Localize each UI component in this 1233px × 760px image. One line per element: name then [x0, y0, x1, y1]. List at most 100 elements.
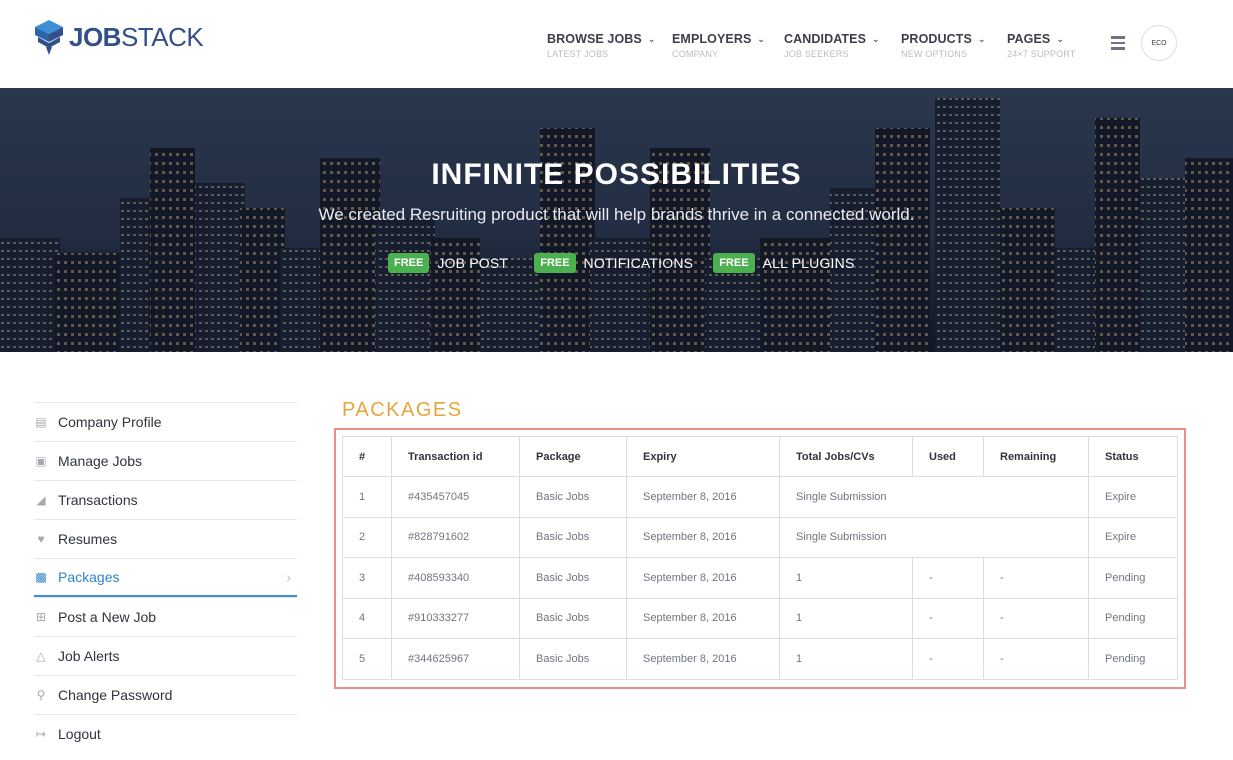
column-header: Package [519, 436, 627, 477]
cell-expiry: September 8, 2016 [626, 557, 780, 599]
cell-number: 3 [342, 557, 392, 599]
cell-remaining: - [983, 638, 1089, 680]
table-row: 1 #435457045 Basic Jobs September 8, 201… [342, 476, 1178, 518]
table-row: 4 #910333277 Basic Jobs September 8, 201… [342, 597, 1178, 639]
column-header: Total Jobs/CVs [779, 436, 913, 477]
nav-label: EMPLOYERS [672, 32, 752, 46]
sidebar-item-label: Job Alerts [58, 648, 120, 664]
nav-pages[interactable]: PAGES ⌄ 24×7 SUPPORT [1007, 32, 1097, 59]
sidebar-item-label: Change Password [58, 687, 173, 703]
sidebar-item-logout[interactable]: ↦ Logout [34, 714, 297, 753]
table-row: 5 #344625967 Basic Jobs September 8, 201… [342, 638, 1178, 680]
nav-products[interactable]: PRODUCTS ⌄ NEW OPTIONS [901, 32, 1007, 59]
column-header: Remaining [983, 436, 1089, 477]
column-header: Transaction id [391, 436, 520, 477]
logo-icon [35, 20, 63, 55]
feature-notifications: FREE NOTIFICATIONS [534, 253, 693, 273]
hamburger-menu-icon[interactable] [1111, 36, 1125, 53]
sidebar-item-packages[interactable]: ▩ Packages › [34, 558, 297, 597]
packages-table: # Transaction id Package Expiry Total Jo… [342, 436, 1178, 680]
cell-remaining: - [983, 597, 1089, 639]
sidebar-item-change-password[interactable]: ⚲ Change Password [34, 675, 297, 714]
nav-label: CANDIDATES [784, 32, 867, 46]
cell-package: Basic Jobs [519, 516, 627, 558]
column-header: # [342, 436, 392, 477]
plus-square-icon: ⊞ [35, 610, 47, 624]
sidebar-item-label: Packages [58, 569, 120, 585]
site-header: JOBSTACK BROWSE JOBS ⌄ LATEST JOBS EMPLOY… [0, 0, 1233, 88]
feature-label: JOB POST [437, 255, 509, 271]
bell-icon: △ [36, 649, 46, 663]
main-nav: BROWSE JOBS ⌄ LATEST JOBS EMPLOYERS ⌄ COMP… [547, 32, 1097, 59]
sidebar-item-manage-jobs[interactable]: ▣ Manage Jobs [34, 441, 297, 480]
feature-job-post: FREE JOB POST [388, 253, 508, 273]
nav-browse-jobs[interactable]: BROWSE JOBS ⌄ LATEST JOBS [547, 32, 672, 59]
free-badge: FREE [713, 253, 755, 273]
cell-transaction-id: #344625967 [391, 638, 520, 680]
cell-package: Basic Jobs [519, 597, 627, 639]
cell-number: 1 [342, 476, 392, 518]
free-badge: FREE [388, 253, 430, 273]
profile-icon: ▤ [35, 415, 47, 429]
hero-banner: INFINITE POSSIBILITIES We created Resrui… [0, 88, 1233, 352]
chevron-down-icon: ⌄ [872, 34, 880, 44]
cell-expiry: September 8, 2016 [626, 476, 780, 518]
chart-icon: ◢ [36, 493, 46, 507]
chevron-down-icon: ⌄ [1056, 34, 1064, 44]
column-header: Expiry [626, 436, 780, 477]
cell-expiry: September 8, 2016 [626, 516, 780, 558]
cell-number: 2 [342, 516, 392, 558]
nav-label: BROWSE JOBS [547, 32, 642, 46]
sidebar-item-label: Company Profile [58, 414, 162, 430]
feature-list: FREE JOB POST FREE NOTIFICATIONS FREE AL… [388, 253, 873, 273]
table-row: 3 #408593340 Basic Jobs September 8, 201… [342, 557, 1178, 599]
cell-expiry: September 8, 2016 [626, 638, 780, 680]
chevron-down-icon: ⌄ [647, 34, 656, 44]
dashboard-sidebar: ▤ Company Profile ▣ Manage Jobs ◢ Transa… [34, 402, 297, 753]
hero-subtitle: We created Resruiting product that will … [318, 205, 915, 224]
sidebar-item-job-alerts[interactable]: △ Job Alerts [34, 636, 297, 675]
cell-status: Pending [1088, 638, 1178, 680]
cell-expiry: September 8, 2016 [626, 597, 780, 639]
chevron-down-icon: ⌄ [757, 34, 766, 44]
cell-number: 5 [342, 638, 392, 680]
sidebar-item-transactions[interactable]: ◢ Transactions [34, 480, 297, 519]
cell-transaction-id: #435457045 [391, 476, 520, 518]
cell-total: Single Submission [779, 476, 1089, 518]
cell-remaining: - [983, 557, 1089, 599]
chevron-down-icon: ⌄ [977, 34, 986, 44]
cell-used: - [912, 557, 984, 599]
free-badge: FREE [534, 253, 576, 273]
cell-status: Pending [1088, 597, 1178, 639]
sidebar-item-resumes[interactable]: ♥ Resumes [34, 519, 297, 558]
avatar[interactable]: ECO [1141, 25, 1177, 61]
sidebar-item-company-profile[interactable]: ▤ Company Profile [34, 402, 297, 441]
column-header: Used [912, 436, 984, 477]
cell-status: Expire [1088, 476, 1178, 518]
nav-sublabel: COMPANY [672, 49, 719, 59]
feature-label: NOTIFICATIONS [583, 255, 694, 271]
nav-employers[interactable]: EMPLOYERS ⌄ COMPANY [672, 32, 784, 59]
sidebar-item-label: Transactions [58, 492, 138, 508]
sidebar-item-label: Resumes [58, 531, 118, 547]
chevron-right-icon: › [286, 569, 291, 585]
cell-total: 1 [779, 557, 913, 599]
nav-label: PRODUCTS [901, 32, 972, 46]
logo-text: JOBSTACK [69, 21, 204, 52]
cell-total: Single Submission [779, 516, 1089, 558]
cell-total: 1 [779, 638, 913, 680]
nav-candidates[interactable]: CANDIDATES ⌄ JOB SEEKERS [784, 32, 901, 59]
cell-transaction-id: #828791602 [391, 516, 520, 558]
cell-used: - [912, 597, 984, 639]
logout-icon: ↦ [35, 727, 47, 741]
cell-transaction-id: #910333277 [391, 597, 520, 639]
nav-sublabel: JOB SEEKERS [784, 49, 849, 59]
sidebar-item-label: Logout [58, 726, 101, 742]
nav-sublabel: LATEST JOBS [547, 49, 609, 59]
cell-transaction-id: #408593340 [391, 557, 520, 599]
nav-sublabel: NEW OPTIONS [901, 49, 968, 59]
sidebar-item-label: Post a New Job [58, 609, 157, 625]
sidebar-item-post-new-job[interactable]: ⊞ Post a New Job [34, 597, 297, 636]
section-title: PACKAGES [342, 399, 463, 421]
logo[interactable]: JOBSTACK [34, 18, 204, 56]
